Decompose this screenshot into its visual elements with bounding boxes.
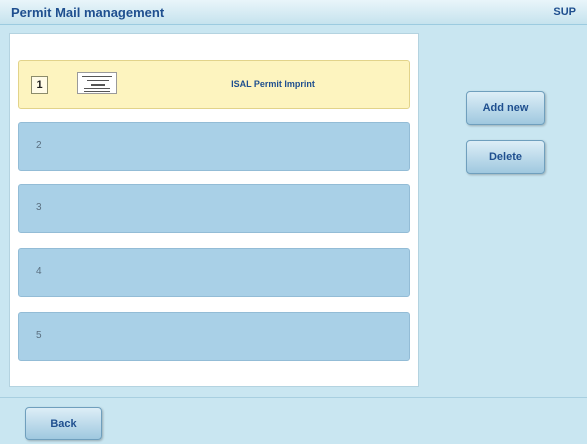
permit-imprint-thumbnail xyxy=(77,72,117,94)
bottom-bar: Back xyxy=(0,397,587,444)
delete-button[interactable]: Delete xyxy=(466,140,545,174)
back-button[interactable]: Back xyxy=(25,407,102,440)
page-title: Permit Mail management xyxy=(11,5,165,20)
permit-slot-2[interactable]: 2 xyxy=(18,122,410,171)
slot-number: 2 xyxy=(36,140,42,151)
permit-list-panel: 1 ISAL Permit Imprint 2 3 4 5 xyxy=(9,33,419,387)
slot-label: ISAL Permit Imprint xyxy=(231,79,315,89)
slot-number: 4 xyxy=(36,266,42,277)
permit-slot-3[interactable]: 3 xyxy=(18,184,410,233)
slot-number: 3 xyxy=(36,202,42,213)
permit-slot-5[interactable]: 5 xyxy=(18,312,410,361)
permit-slot-4[interactable]: 4 xyxy=(18,248,410,297)
slot-number: 5 xyxy=(36,330,42,341)
title-bar: Permit Mail management SUP xyxy=(0,0,587,25)
permit-slot-1[interactable]: 1 ISAL Permit Imprint xyxy=(18,60,410,109)
main-content: 1 ISAL Permit Imprint 2 3 4 5 Add new De… xyxy=(0,25,587,397)
slot-number: 1 xyxy=(31,76,48,94)
add-new-button[interactable]: Add new xyxy=(466,91,545,125)
user-mode-label: SUP xyxy=(553,6,576,18)
